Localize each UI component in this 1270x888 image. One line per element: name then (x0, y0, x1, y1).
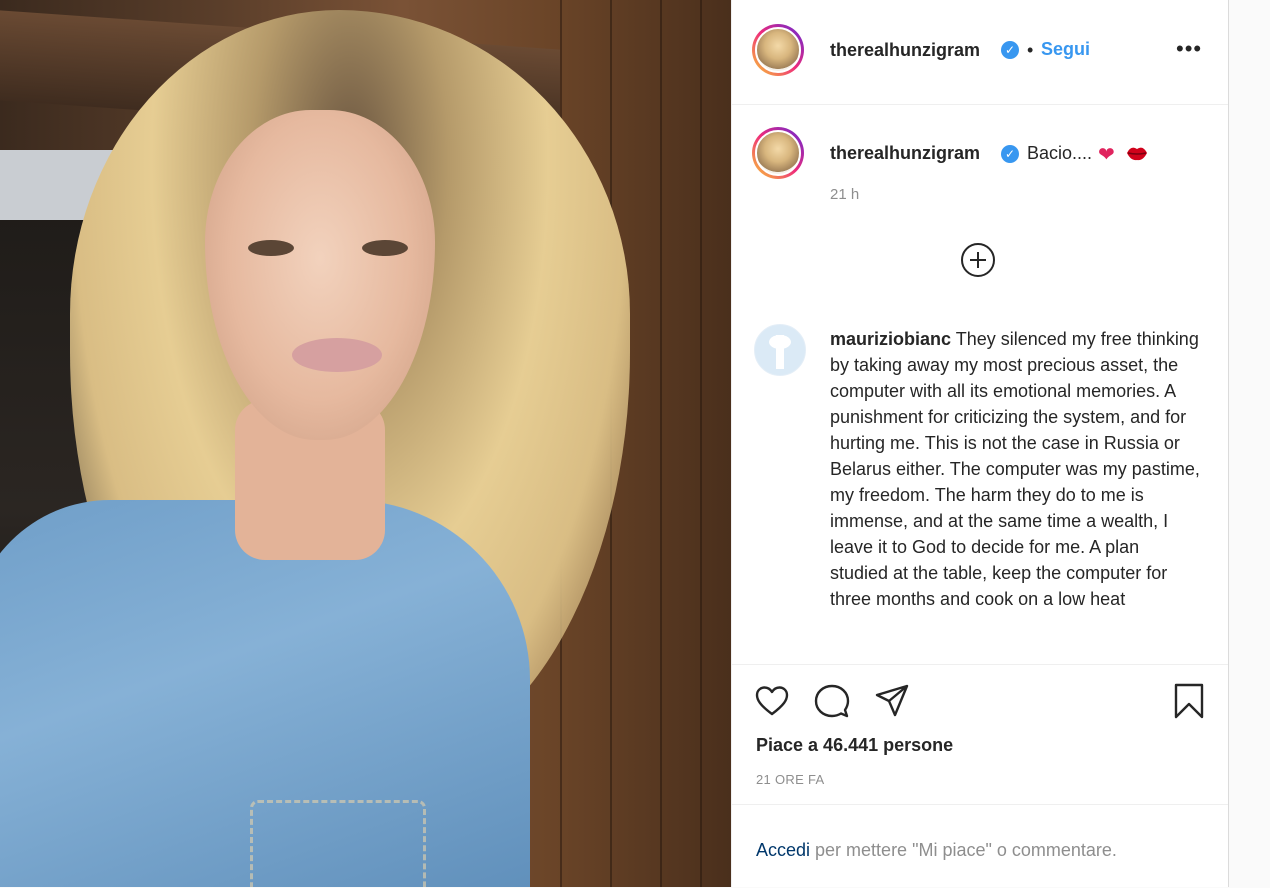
post-timestamp[interactable]: 21 ORE FA (756, 772, 824, 787)
separator-dot: • (1027, 40, 1034, 60)
post-header: therealhunzigram ✓ • Segui ••• (732, 0, 1229, 105)
more-options-icon[interactable]: ••• (1176, 36, 1202, 62)
author-avatar[interactable] (752, 24, 804, 76)
heart-emoji: ❤ (1098, 144, 1115, 166)
login-line: Accedi per mettere "Mi piace" o commenta… (756, 840, 1117, 861)
comment-icon[interactable] (814, 683, 850, 719)
kiss-lips-emoji (1127, 147, 1147, 161)
share-icon[interactable] (874, 683, 910, 719)
follow-button[interactable]: Segui (1041, 39, 1090, 60)
commenter-username[interactable]: mauriziobianc (830, 329, 951, 349)
verified-icon: ✓ (1001, 41, 1019, 59)
comment-item: mauriziobianc They silenced my free thin… (732, 320, 1229, 664)
wood-plank (700, 0, 702, 887)
like-icon[interactable] (754, 683, 790, 719)
shirt-pocket (250, 800, 426, 887)
save-icon[interactable] (1171, 683, 1207, 719)
commenter-avatar[interactable] (754, 324, 806, 376)
likes-count[interactable]: Piace a 46.441 persone (756, 735, 953, 756)
right-eye (362, 240, 408, 256)
author-username[interactable]: therealhunzigram (830, 40, 980, 61)
lips (292, 338, 382, 372)
verified-icon: ✓ (1001, 145, 1019, 163)
page-background-strip (1228, 0, 1270, 887)
comment-body: mauriziobianc They silenced my free thin… (830, 326, 1202, 612)
post-actions: Piace a 46.441 persone 21 ORE FA (732, 664, 1229, 805)
wood-plank (660, 0, 662, 887)
caption-username[interactable]: therealhunzigram (830, 143, 980, 164)
caption-timestamp[interactable]: 21 h (830, 186, 859, 203)
login-prompt-text: per mettere "Mi piace" o commentare. (810, 840, 1117, 860)
comment-text: They silenced my free thinking by taking… (830, 329, 1200, 609)
post-photo[interactable] (0, 0, 731, 887)
caption-avatar[interactable] (752, 127, 804, 179)
load-more-icon[interactable] (961, 243, 995, 277)
caption-text: Bacio.... (1027, 143, 1093, 163)
post-side-panel: therealhunzigram ✓ • Segui ••• therealhu… (731, 0, 1229, 887)
left-eye (248, 240, 294, 256)
login-prompt: Accedi per mettere "Mi piace" o commenta… (732, 804, 1229, 888)
login-link[interactable]: Accedi (756, 840, 810, 860)
